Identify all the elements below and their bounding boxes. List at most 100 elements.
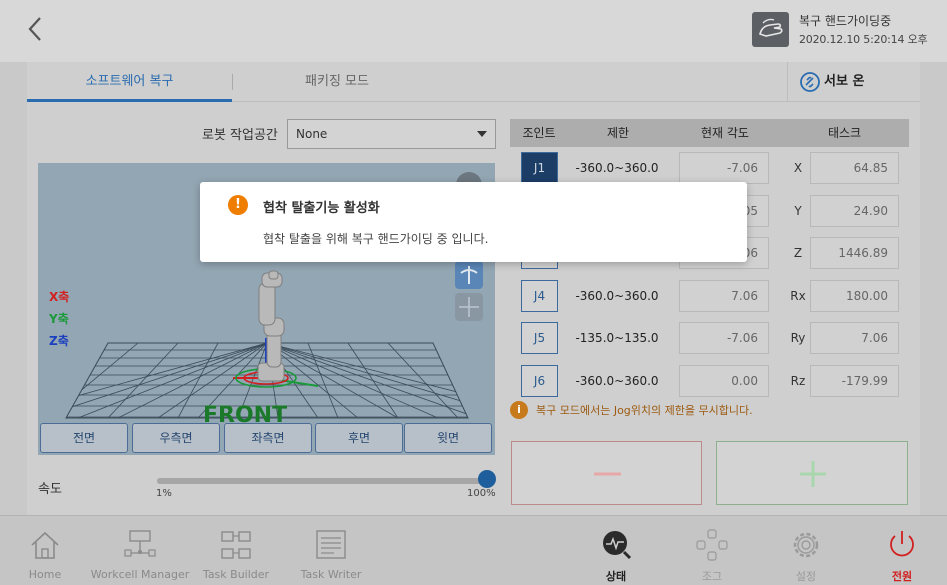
task-value-field[interactable]: 64.85	[810, 152, 899, 184]
tab-packaging-mode[interactable]: 패키징 모드	[237, 62, 437, 102]
z-axis-label: Z축	[49, 334, 69, 348]
task-value-field[interactable]: 7.06	[810, 322, 899, 354]
caret-down-icon	[477, 131, 487, 137]
task-axis-label: Y	[794, 204, 802, 218]
task-axis-label: Z	[793, 246, 803, 260]
x-axis-label: X축	[49, 290, 70, 304]
hand-guiding-icon	[752, 12, 789, 47]
nav-jog-label: 조그	[701, 570, 723, 583]
joint-select-button[interactable]: J1	[521, 152, 558, 184]
warning-text: 복구 모드에서는 Jog위치의 제한을 무시합니다.	[536, 404, 753, 417]
joint-angle-field[interactable]: -7.06	[679, 322, 769, 354]
joint-limit: -135.0~135.0	[575, 331, 659, 345]
workcell-icon	[124, 530, 156, 557]
joint-row: J6 -360.0~360.0 0.00 Rz -179.99	[510, 365, 909, 397]
nav-status[interactable]: 상태	[586, 516, 646, 585]
joint-angle-field[interactable]: 0.00	[679, 365, 769, 397]
nav-task-writer[interactable]: Task Writer	[292, 516, 370, 585]
nav-task-writer-label: Task Writer	[300, 568, 362, 581]
joint-table-header: 조인트 제한 현재 각도 태스크	[510, 119, 909, 147]
recovery-panel: 소프트웨어 복구 패키징 모드 서보 온 로봇 작업공간 None FRONT …	[27, 62, 920, 515]
nav-home[interactable]: Home	[14, 516, 76, 585]
task-value-field[interactable]: 24.90	[810, 195, 899, 227]
nav-home-label: Home	[28, 568, 62, 581]
task-value-field[interactable]: 180.00	[810, 280, 899, 312]
task-value-field[interactable]: 1446.89	[810, 237, 899, 269]
alert-title: 협착 탈출기능 활성화	[263, 201, 380, 216]
nav-jog[interactable]: 조그	[682, 516, 742, 585]
header-current-angle: 현재 각도	[701, 126, 749, 140]
workspace-select[interactable]: None	[287, 119, 496, 149]
bottom-nav: Home Workcell Manager Task Builder Task …	[0, 515, 947, 585]
info-icon: i	[510, 401, 528, 419]
view-front-button[interactable]: 전면	[40, 423, 128, 453]
speed-slider-handle[interactable]	[478, 470, 496, 488]
tab-divider	[232, 74, 233, 90]
robot-status: 복구 핸드가이딩중 2020.12.10 5:20:14 오후	[752, 10, 947, 50]
power-icon	[890, 531, 914, 557]
nav-workcell-manager[interactable]: Workcell Manager	[90, 516, 190, 585]
settings-icon	[793, 532, 819, 558]
workspace-label: 로봇 작업공간	[202, 128, 278, 143]
status-timestamp: 2020.12.10 5:20:14 오후	[799, 33, 928, 46]
joint-limit: -360.0~360.0	[575, 161, 659, 175]
servo-link-icon	[800, 72, 820, 92]
joint-select-button[interactable]: J4	[521, 280, 558, 312]
joint-row: J4 -360.0~360.0 7.06 Rx 180.00	[510, 280, 909, 312]
servo-on-button[interactable]: 서보 온	[787, 62, 920, 102]
joint-select-button[interactable]: J5	[521, 322, 558, 354]
nav-status-label: 상태	[605, 570, 627, 583]
joint-limit: -360.0~360.0	[575, 289, 659, 303]
header-joint: 조인트	[522, 126, 556, 140]
nav-task-builder-label: Task Builder	[202, 568, 270, 581]
servo-label: 서보 온	[824, 74, 865, 89]
joint-select-button[interactable]: J6	[521, 365, 558, 397]
tab-bar: 소프트웨어 복구 패키징 모드 서보 온	[27, 62, 920, 102]
speed-label: 속도	[38, 482, 62, 497]
joint-angle-field[interactable]: 7.06	[679, 280, 769, 312]
alert-icon: !	[228, 195, 248, 215]
view-left-button[interactable]: 좌측면	[224, 423, 312, 453]
alert-dialog: ! 협착 탈출기능 활성화 협착 탈출을 위해 복구 핸드가이딩 중 입니다.	[200, 182, 747, 262]
minus-icon	[594, 472, 621, 476]
view-top-button[interactable]: 윗면	[404, 423, 492, 453]
jog-minus-button[interactable]	[511, 441, 702, 505]
task-axis-label: X	[793, 161, 803, 175]
nav-workcell-label: Workcell Manager	[90, 568, 190, 581]
recovery-warning: i 복구 모드에서는 Jog위치의 제한을 무시합니다.	[510, 401, 909, 419]
y-axis-label: Y축	[49, 312, 69, 326]
jog-icon	[696, 529, 728, 561]
plus-icon	[800, 461, 826, 487]
header-task: 태스크	[827, 126, 862, 140]
status-icon	[603, 531, 632, 560]
nav-task-builder[interactable]: Task Builder	[198, 516, 274, 585]
nav-power[interactable]: 전원	[872, 516, 932, 585]
task-builder-icon	[221, 531, 251, 559]
task-value-field[interactable]: -179.99	[810, 365, 899, 397]
joint-angle-field[interactable]: -7.06	[679, 152, 769, 184]
speed-max-label: 100%	[467, 488, 496, 499]
nav-settings-label: 설정	[795, 570, 817, 583]
joint-limit: -360.0~360.0	[575, 374, 659, 388]
status-title: 복구 핸드가이딩중	[799, 14, 892, 28]
tab-software-recovery[interactable]: 소프트웨어 복구	[27, 62, 232, 102]
top-bar: 복구 핸드가이딩중 2020.12.10 5:20:14 오후	[0, 0, 947, 62]
home-icon	[31, 531, 59, 559]
task-axis-label: Rz	[790, 374, 806, 388]
view-right-button[interactable]: 우측면	[132, 423, 220, 453]
joint-row: J5 -135.0~135.0 -7.06 Ry 7.06	[510, 322, 909, 354]
workspace-value: None	[296, 127, 328, 141]
jog-plus-button[interactable]	[716, 441, 908, 505]
chevron-left-icon[interactable]	[22, 14, 50, 44]
view-back-button[interactable]: 후면	[315, 423, 403, 453]
nav-settings[interactable]: 설정	[776, 516, 836, 585]
speed-slider-track[interactable]	[157, 478, 487, 484]
joint-row: J1 -360.0~360.0 -7.06 X 64.85	[510, 152, 909, 184]
alert-message: 협착 탈출을 위해 복구 핸드가이딩 중 입니다.	[263, 232, 489, 246]
nav-power-label: 전원	[891, 570, 913, 583]
robot-arm	[257, 270, 285, 382]
task-axis-label: Ry	[790, 331, 806, 345]
task-axis-label: Rx	[790, 289, 806, 303]
task-writer-icon	[316, 530, 346, 559]
header-limit: 제한	[606, 126, 630, 140]
